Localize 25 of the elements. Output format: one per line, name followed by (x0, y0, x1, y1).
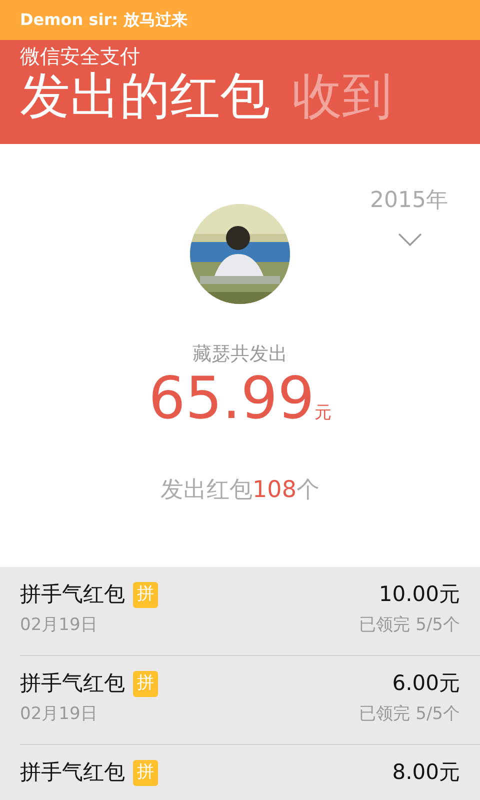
record-amount: 8.00元 (392, 759, 460, 786)
type-tag: 拼 (133, 760, 158, 786)
record-date: 02月19日 (20, 614, 98, 636)
count-label: 发出红包 (160, 476, 253, 504)
record-title: 拼手气红包 (20, 759, 125, 786)
record-title: 拼手气红包 (20, 581, 125, 608)
type-tag: 拼 (133, 671, 158, 696)
record-status: 已领完 5/5个 (359, 614, 460, 636)
record-date: 02月19日 (20, 702, 98, 726)
year-selector[interactable]: 2015年 (370, 184, 448, 217)
notification-text: Demon sir: 放马过来 (20, 9, 188, 31)
record-status: 已领完 5/5个 (359, 702, 460, 726)
summary-caption: 藏瑟共发出 (192, 342, 288, 367)
app-title: 微信安全支付 (20, 44, 140, 68)
type-tag: 拼 (133, 582, 158, 608)
count-unit: 个 (296, 476, 320, 504)
chevron-down-icon[interactable] (398, 233, 422, 246)
record-amount: 10.00元 (378, 581, 460, 608)
pivot-tab[interactable]: 收到 (292, 66, 392, 126)
currency-unit: 元 (314, 402, 332, 424)
pivot-tab[interactable]: 发出的红包 (20, 66, 270, 126)
record-amount: 6.00元 (392, 670, 460, 697)
total-amount: 65.99 (148, 368, 315, 426)
record-title: 拼手气红包 (20, 670, 125, 697)
count-value: 108 (252, 476, 296, 504)
